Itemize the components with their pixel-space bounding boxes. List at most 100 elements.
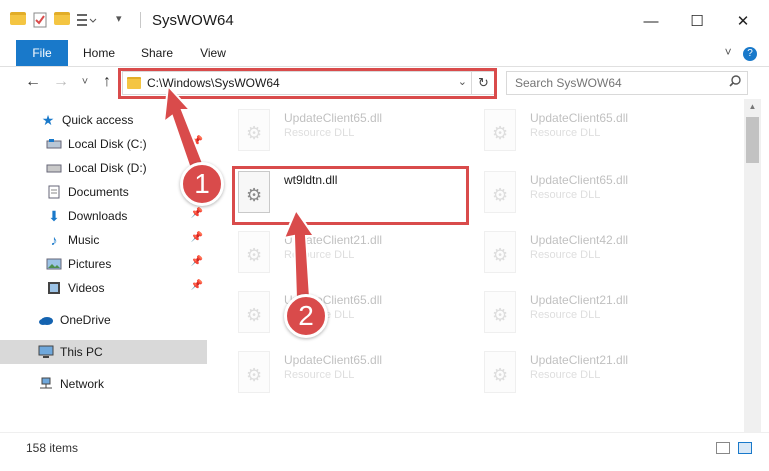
sidebar-item-label: Videos	[68, 281, 105, 295]
ribbon-controls: ˅ ?	[725, 45, 757, 61]
network-icon	[38, 377, 54, 391]
minimize-button[interactable]: —	[628, 6, 674, 36]
sidebar-item-music[interactable]: ♪ Music 📌	[0, 228, 207, 252]
folder-icon	[10, 12, 26, 28]
search-box[interactable]	[506, 71, 748, 95]
help-icon[interactable]: ?	[743, 47, 757, 61]
drive-icon	[46, 137, 62, 151]
file-name: UpdateClient65.dll	[530, 111, 629, 125]
sidebar-item-onedrive[interactable]: OneDrive	[0, 308, 207, 332]
properties-icon[interactable]	[32, 12, 48, 28]
file-item[interactable]: ⚙ UpdateClient21.dll Resource DLL	[480, 289, 720, 349]
file-description: Resource DLL	[530, 127, 601, 139]
sidebar-item-pictures[interactable]: Pictures 📌	[0, 252, 207, 276]
window-title: SysWOW64	[152, 12, 234, 29]
step-2-badge: 2	[284, 294, 328, 338]
file-name: UpdateClient65.dll	[284, 111, 383, 125]
sidebar-item-label: Downloads	[68, 209, 128, 223]
download-icon: ⬇	[48, 207, 60, 224]
search-icon[interactable]	[729, 75, 741, 90]
up-button[interactable]: ↑	[96, 71, 118, 93]
file-name: UpdateClient65.dll	[530, 173, 629, 187]
dll-file-icon: ⚙	[480, 289, 520, 337]
file-name: UpdateClient65.dll	[284, 353, 383, 367]
drive-icon	[46, 161, 62, 175]
back-button[interactable]: ←	[22, 71, 44, 93]
tab-share[interactable]: Share	[132, 40, 182, 66]
scroll-thumb[interactable]	[746, 117, 759, 163]
sidebar-item-videos[interactable]: Videos 📌	[0, 276, 207, 300]
sidebar-item-downloads[interactable]: ⬇ Downloads 📌	[0, 204, 207, 228]
dll-file-icon: ⚙	[480, 169, 520, 217]
videos-icon	[46, 281, 62, 295]
dll-file-icon: ⚙	[480, 349, 520, 397]
pin-icon[interactable]: 📌	[191, 256, 203, 267]
sidebar-item-label: This PC	[60, 345, 103, 359]
details-view-icon[interactable]	[716, 442, 730, 454]
dll-file-icon: ⚙	[480, 107, 520, 155]
search-input[interactable]	[507, 72, 717, 94]
large-icons-view-icon[interactable]	[738, 442, 752, 454]
file-description: Resource DLL	[284, 127, 355, 139]
expand-ribbon-icon[interactable]: ˅	[725, 45, 732, 59]
file-name: UpdateClient21.dll	[530, 293, 629, 307]
forward-button[interactable]: →	[50, 71, 72, 93]
dll-file-icon: ⚙	[480, 229, 520, 277]
recent-locations-button[interactable]: ˅	[74, 71, 96, 93]
dll-file-icon: ⚙	[234, 229, 274, 277]
file-description: Resource DLL	[530, 369, 601, 381]
pictures-icon	[46, 257, 62, 271]
sidebar-item-label: Quick access	[62, 113, 134, 127]
tab-file[interactable]: File	[16, 40, 68, 66]
file-highlight-box	[232, 166, 469, 225]
pin-icon[interactable]: 📌	[191, 208, 203, 219]
customize-toolbar-icon[interactable]	[76, 12, 97, 28]
maximize-button[interactable]: ☐	[674, 6, 720, 36]
file-item[interactable]: ⚙ UpdateClient21.dll Resource DLL	[480, 349, 720, 409]
music-icon: ♪	[50, 232, 58, 248]
file-name: UpdateClient42.dll	[530, 233, 629, 247]
file-item[interactable]: ⚙ UpdateClient65.dll Resource DLL	[234, 289, 474, 349]
sidebar-item-label: Local Disk (C:)	[68, 137, 147, 151]
callout-arrow-2	[282, 207, 316, 299]
scroll-up-icon[interactable]: ▲	[744, 99, 761, 115]
file-item[interactable]: ⚙ UpdateClient65.dll Resource DLL	[480, 107, 720, 167]
file-description: Resource DLL	[530, 309, 601, 321]
title-separator	[140, 12, 141, 28]
sidebar-item-label: Documents	[68, 185, 129, 199]
tab-view[interactable]: View	[190, 40, 236, 66]
status-bar: 158 items	[0, 432, 769, 460]
step-1-badge: 1	[180, 162, 224, 206]
sidebar-item-this-pc[interactable]: This PC	[0, 340, 207, 364]
close-button[interactable]: ✕	[720, 6, 766, 36]
file-name: UpdateClient21.dll	[530, 353, 629, 367]
dll-file-icon: ⚙	[234, 289, 274, 337]
new-folder-icon[interactable]	[54, 12, 70, 28]
file-item[interactable]: ⚙ UpdateClient21.dll Resource DLL	[234, 229, 474, 289]
file-item[interactable]: ⚙ UpdateClient65.dll Resource DLL	[234, 107, 474, 167]
documents-icon	[46, 185, 62, 199]
pin-icon[interactable]: 📌	[191, 232, 203, 243]
quick-access-dropdown-icon[interactable]: ▾	[116, 12, 132, 28]
file-item[interactable]: ⚙ UpdateClient65.dll Resource DLL	[480, 169, 720, 229]
item-count: 158 items	[26, 441, 79, 455]
title-bar: ▾ SysWOW64 — ☐ ✕	[0, 0, 769, 40]
dll-file-icon: ⚙	[234, 107, 274, 155]
tab-home[interactable]: Home	[74, 40, 124, 66]
sidebar-item-label: Network	[60, 377, 105, 391]
star-icon: ★	[41, 111, 55, 128]
file-description: Resource DLL	[284, 369, 355, 381]
file-description: Resource DLL	[530, 249, 601, 261]
computer-icon	[38, 345, 54, 359]
file-item[interactable]: ⚙ UpdateClient42.dll Resource DLL	[480, 229, 720, 289]
sidebar-item-label: Local Disk (D:)	[68, 161, 147, 175]
sidebar-item-label: OneDrive	[60, 313, 111, 327]
dll-file-icon: ⚙	[234, 349, 274, 397]
file-item[interactable]: ⚙ UpdateClient65.dll Resource DLL	[234, 349, 474, 409]
vertical-scrollbar[interactable]: ▲	[744, 99, 761, 432]
sidebar-item-label: Music	[68, 233, 100, 247]
cloud-icon	[38, 313, 54, 327]
sidebar-item-network[interactable]: Network	[0, 372, 207, 396]
ribbon-tabs: File Home Share View ˅ ?	[0, 40, 769, 67]
pin-icon[interactable]: 📌	[191, 280, 203, 291]
